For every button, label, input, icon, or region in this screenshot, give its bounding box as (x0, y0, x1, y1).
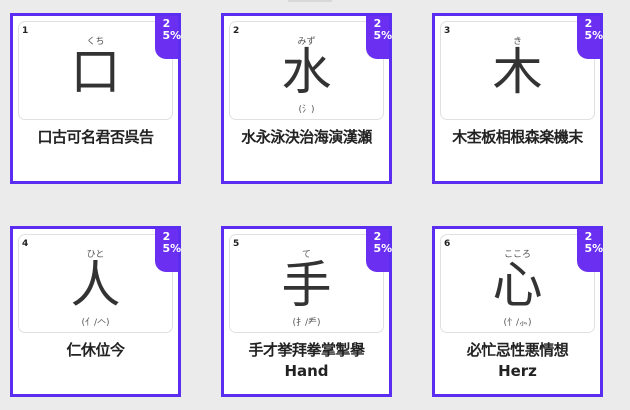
kanji-card[interactable]: 4 ひと人 (亻/𠆢) 25% 仁休位今 (10, 226, 181, 397)
radical-variants: (氵) (298, 105, 315, 115)
kanji-character: 心 (492, 256, 543, 314)
progress-badge: 25% (577, 229, 604, 272)
kanji-card[interactable]: 2 みず水 (氵) 25% 水永泳決治海演漢瀬 (221, 13, 392, 184)
progress-text: 25% (373, 17, 393, 42)
top-scroll-indicator (288, 0, 332, 2)
english-meaning: Herz (498, 362, 537, 380)
kanji-display: 5 て手 (扌/龵) (229, 234, 384, 333)
progress-badge: 25% (366, 229, 393, 272)
kanji-character: 人 (70, 256, 121, 314)
kanji-display: 6 こころ心 (忄/⺗) (440, 234, 595, 333)
progress-text: 25% (373, 230, 393, 255)
kanji-card[interactable]: 3 き木 25% 木杢板相根森楽機末 (432, 13, 603, 184)
progress-badge: 25% (155, 229, 182, 272)
kanji-card[interactable]: 1 くち口 25% 口古可名君否呉告 (10, 13, 181, 184)
progress-text: 25% (584, 17, 604, 42)
kanji-display: 2 みず水 (氵) (229, 21, 384, 120)
progress-text: 25% (162, 230, 182, 255)
radical-variants: (忄/⺗) (503, 318, 532, 328)
radical-variants: (扌/龵) (292, 318, 321, 328)
english-meaning: Hand (284, 362, 329, 380)
radical-variants: (亻/𠆢) (81, 318, 110, 328)
related-kanji-list: 手才挙拜拳掌掣擧 (248, 341, 365, 359)
kanji-display: 3き木 (440, 21, 595, 120)
kanji-display: 4 ひと人 (亻/𠆢) (18, 234, 173, 333)
related-kanji-list: 水永泳決治海演漢瀬 (241, 128, 372, 146)
progress-badge: 25% (577, 16, 604, 59)
kanji-card[interactable]: 5 て手 (扌/龵) 25% 手才挙拜拳掌掣擧 Hand (221, 226, 392, 397)
kanji-character: 手 (281, 256, 332, 314)
kanji-card[interactable]: 6 こころ心 (忄/⺗) 25% 必忙忌性悪情想 Herz (432, 226, 603, 397)
related-kanji-list: 必忙忌性悪情想 (466, 341, 569, 359)
kanji-character: 水 (281, 43, 332, 101)
related-kanji-list: 木杢板相根森楽機末 (452, 128, 583, 146)
kanji-display: 1 くち口 (18, 21, 173, 120)
progress-badge: 25% (155, 16, 182, 59)
kanji-character: 木 (492, 43, 543, 101)
progress-text: 25% (162, 17, 182, 42)
related-kanji-list: 仁休位今 (66, 341, 125, 359)
progress-text: 25% (584, 230, 604, 255)
progress-badge: 25% (366, 16, 393, 59)
related-kanji-list: 口古可名君否呉告 (37, 128, 154, 146)
kanji-character: 口 (70, 43, 121, 101)
